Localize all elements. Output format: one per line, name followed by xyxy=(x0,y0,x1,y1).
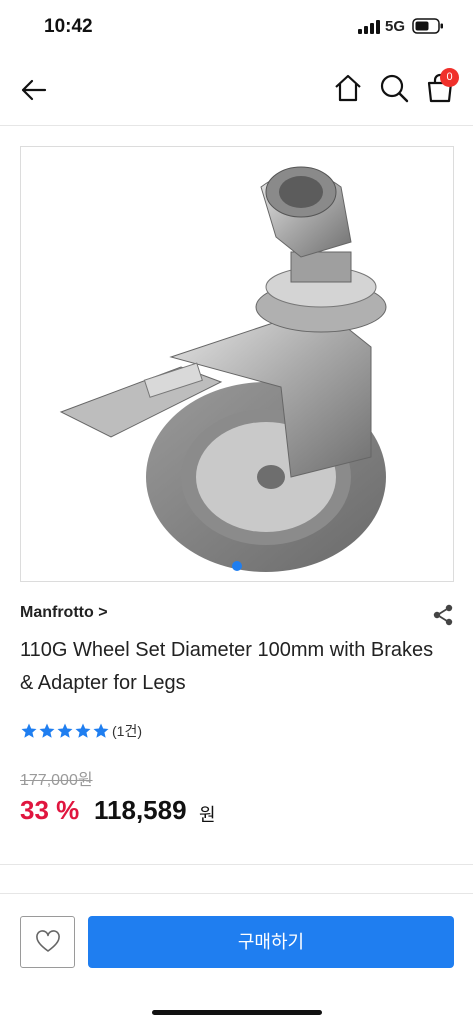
share-icon[interactable] xyxy=(431,603,455,627)
star-icon xyxy=(39,723,55,738)
brand-link[interactable]: Manfrotto > xyxy=(20,604,108,622)
cart-count-badge: 0 xyxy=(440,68,459,87)
product-title: 110G Wheel Set Diameter 100mm with Brake… xyxy=(20,639,434,694)
top-nav-bar: 0 xyxy=(0,54,473,126)
sale-price: 118,589 xyxy=(94,795,187,825)
product-image[interactable] xyxy=(20,146,454,582)
search-icon[interactable] xyxy=(378,72,410,104)
section-divider xyxy=(0,864,473,865)
currency-unit: 원 xyxy=(199,805,216,825)
battery-icon xyxy=(412,18,443,34)
original-price: 177,000원 xyxy=(20,772,93,789)
wishlist-button[interactable] xyxy=(20,916,75,968)
rating-row[interactable]: (1건) xyxy=(20,720,142,742)
caster-wheel-illustration xyxy=(59,166,387,572)
heart-icon xyxy=(36,930,60,952)
signal-icon xyxy=(358,20,380,34)
star-icon xyxy=(93,723,109,738)
discount-rate: 33 % xyxy=(20,795,80,825)
carousel-indicator-dot[interactable] xyxy=(232,561,242,571)
home-indicator xyxy=(152,1010,322,1015)
review-count: (1건) xyxy=(112,723,142,739)
star-icon xyxy=(21,723,37,738)
home-icon[interactable] xyxy=(332,72,364,104)
bottom-action-bar: 구매하기 xyxy=(0,893,473,1024)
network-label: 5G xyxy=(385,18,406,35)
star-icon xyxy=(75,723,91,738)
status-time: 10:42 xyxy=(44,16,93,37)
buy-button[interactable]: 구매하기 xyxy=(88,916,454,968)
status-bar: 10:42 5G xyxy=(0,0,473,54)
star-icon xyxy=(57,723,73,738)
back-arrow-icon[interactable] xyxy=(18,74,50,106)
